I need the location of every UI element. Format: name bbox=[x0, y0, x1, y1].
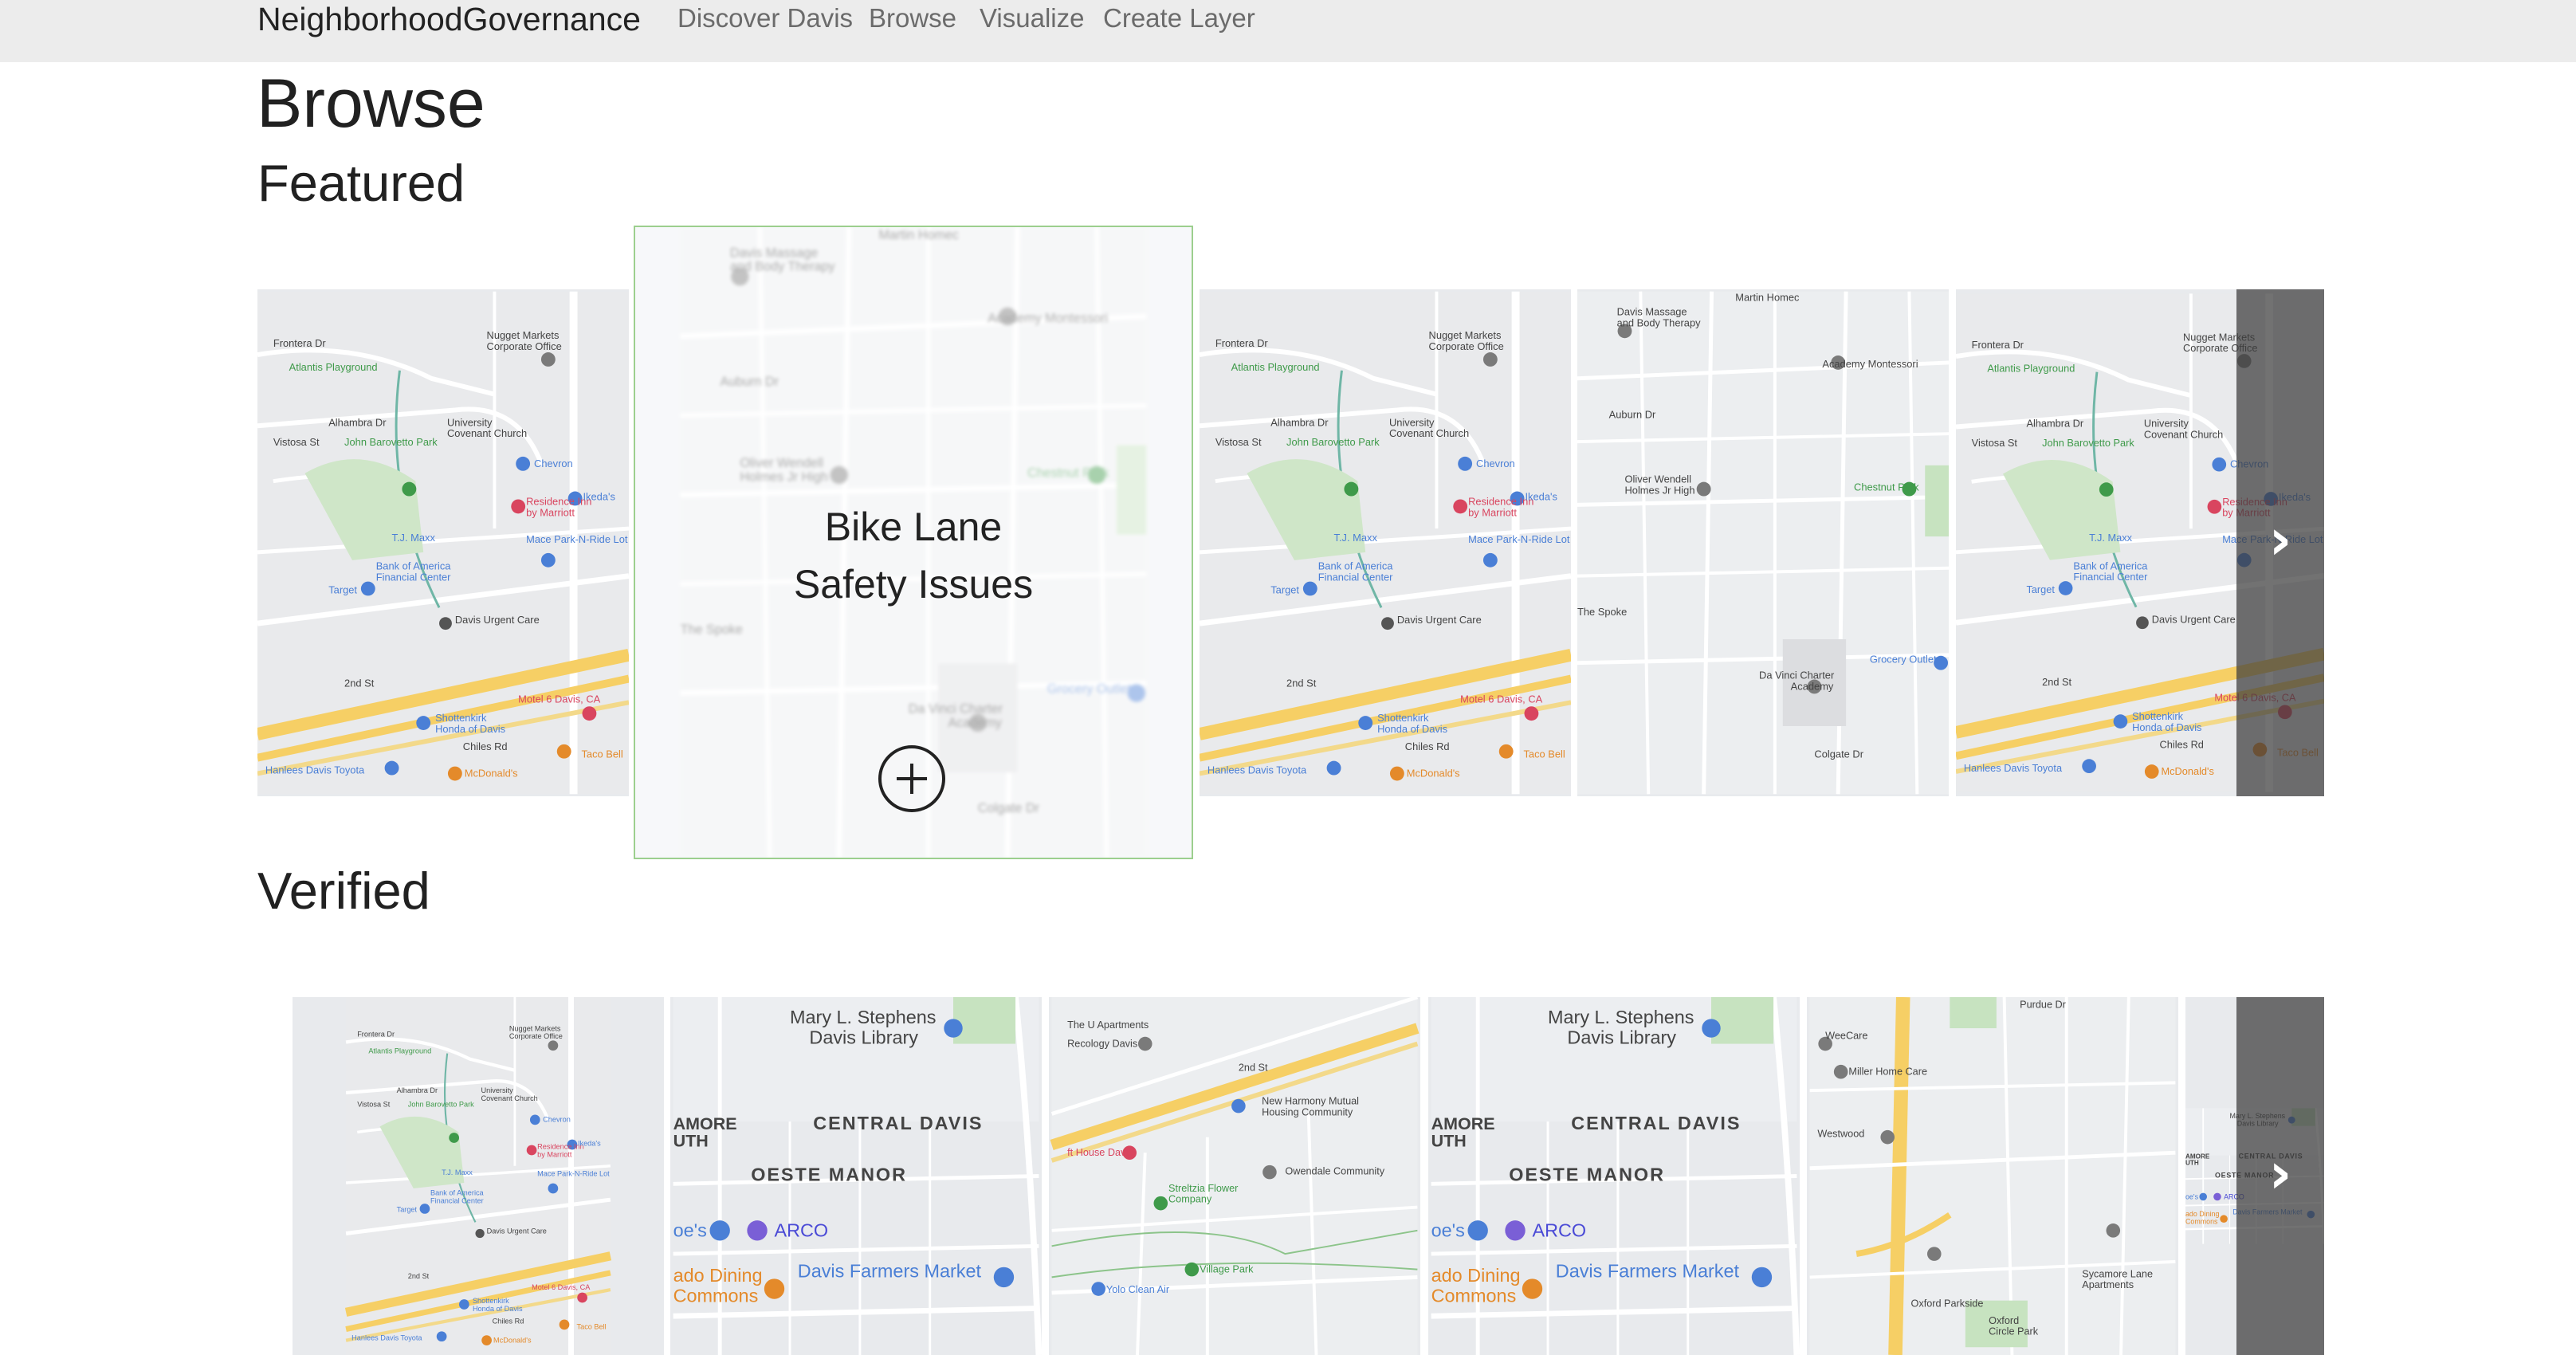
map-thumbnail bbox=[293, 997, 664, 1355]
verified-card-1[interactable] bbox=[293, 997, 664, 1355]
chevron-right-icon: › bbox=[2268, 1140, 2292, 1206]
map-thumbnail bbox=[1428, 997, 1800, 1355]
navbar: NeighborhoodGovernance Discover Davis Br… bbox=[0, 0, 2576, 62]
map-thumbnail bbox=[1577, 289, 1949, 796]
verified-card-4[interactable] bbox=[1428, 997, 1800, 1355]
map-thumbnail bbox=[1049, 997, 1420, 1355]
map-thumbnail bbox=[670, 997, 1042, 1355]
card-title: Bike Lane Safety Issues bbox=[793, 505, 1034, 607]
nav-visualize[interactable]: Visualize bbox=[980, 0, 1084, 37]
featured-card-4[interactable] bbox=[1577, 289, 1949, 796]
brand-link[interactable]: NeighborhoodGovernance bbox=[257, 0, 641, 38]
verified-card-3[interactable] bbox=[1049, 997, 1420, 1355]
verified-heading: Verified bbox=[257, 862, 430, 920]
verified-card-2[interactable] bbox=[670, 997, 1042, 1355]
chevron-right-icon: › bbox=[2268, 506, 2292, 572]
page-title: Browse bbox=[257, 65, 485, 142]
nav-create-layer[interactable]: Create Layer bbox=[1103, 0, 1255, 37]
featured-card-2[interactable]: Bike Lane Safety Issues bbox=[634, 226, 1193, 859]
map-thumbnail bbox=[1807, 997, 2178, 1355]
featured-heading: Featured bbox=[257, 154, 465, 212]
map-thumbnail bbox=[1200, 289, 1571, 796]
verified-card-5[interactable] bbox=[1807, 997, 2178, 1355]
featured-next-button[interactable]: › bbox=[2236, 289, 2324, 796]
featured-card-1[interactable] bbox=[257, 289, 629, 796]
map-thumbnail bbox=[257, 289, 629, 796]
nav-discover-davis[interactable]: Discover Davis bbox=[677, 0, 853, 37]
verified-next-button[interactable]: › bbox=[2236, 997, 2324, 1355]
nav-browse[interactable]: Browse bbox=[869, 0, 956, 37]
plus-circle-icon[interactable] bbox=[878, 745, 945, 812]
featured-card-3[interactable] bbox=[1200, 289, 1571, 796]
